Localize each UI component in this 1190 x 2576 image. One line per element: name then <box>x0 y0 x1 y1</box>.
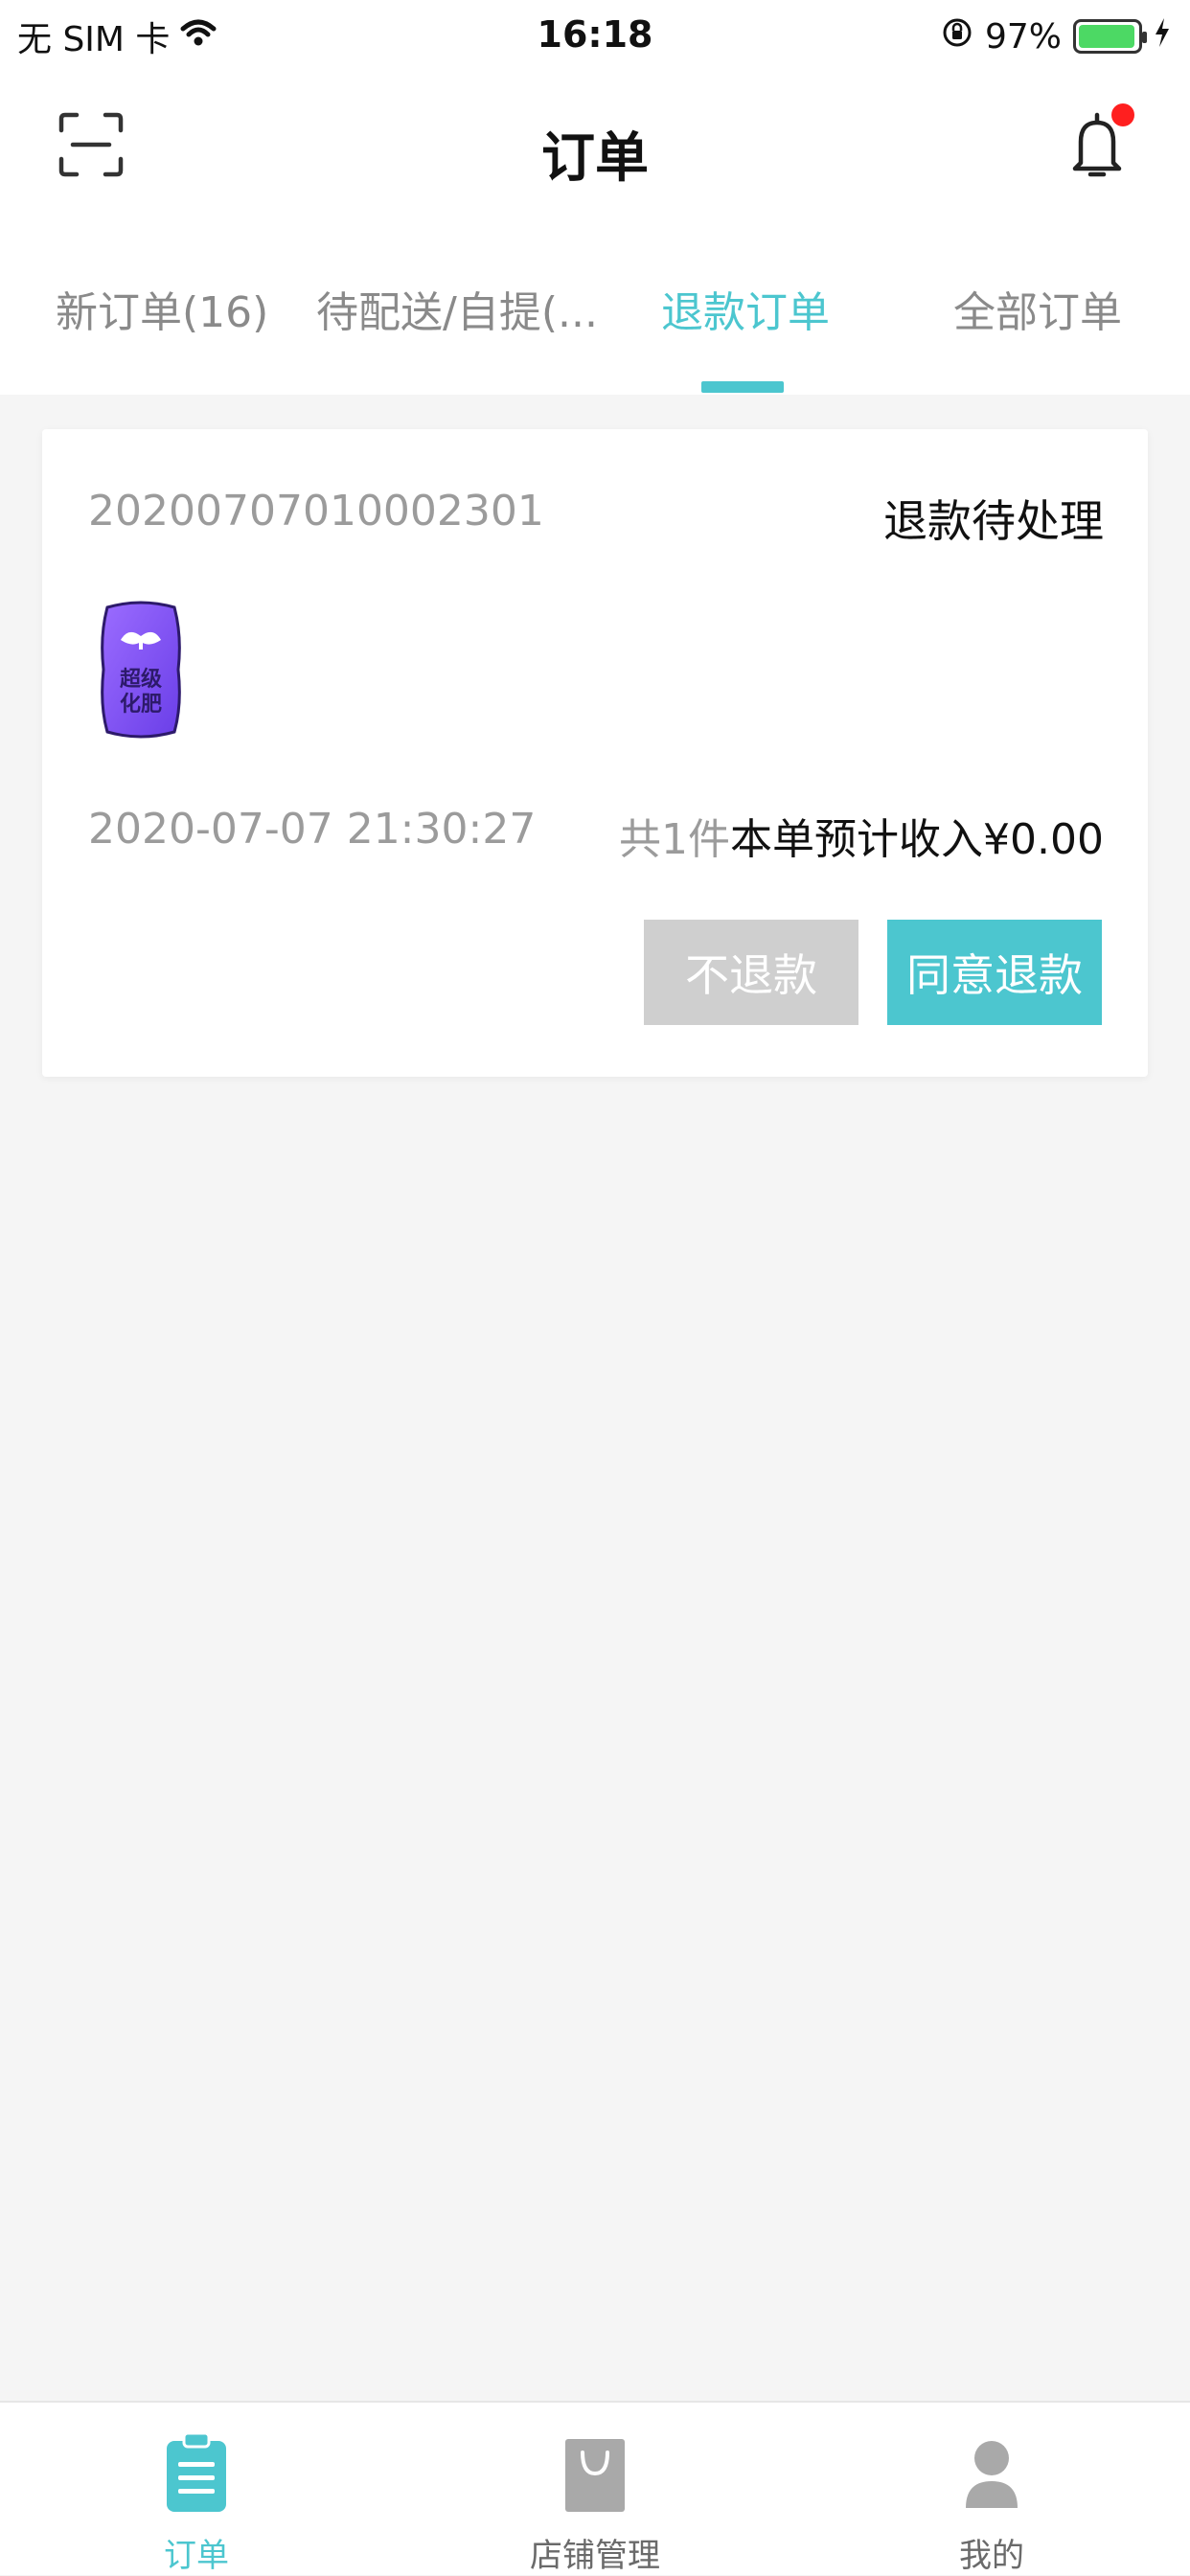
bottom-tab-store-management[interactable]: 店铺管理 <box>451 2431 739 2576</box>
tab-all-orders[interactable]: 全部订单 <box>953 278 1122 339</box>
agree-refund-button[interactable]: 同意退款 <box>887 920 1102 1025</box>
product-thumbnail[interactable]: 超级 化肥 <box>100 598 182 741</box>
tab-refund-orders[interactable]: 退款订单 <box>661 278 830 339</box>
reject-refund-button[interactable]: 不退款 <box>644 920 858 1025</box>
nav-bar: 订单 <box>0 73 1190 217</box>
order-status: 退款待处理 <box>883 495 1104 547</box>
tab-pending-delivery[interactable]: 待配送/自提(... <box>316 278 598 339</box>
tab-active-indicator <box>701 381 784 393</box>
battery-fill <box>1079 25 1135 48</box>
bottom-tab-profile-label: 我的 <box>959 2537 1024 2575</box>
order-card[interactable]: 20200707010002301 退款待处理 超级 化肥 2020-07-07… <box>42 429 1148 1077</box>
notification-button[interactable] <box>1064 103 1134 184</box>
product-image-text-line2: 化肥 <box>120 692 162 717</box>
battery-icon <box>1073 19 1147 54</box>
user-icon <box>966 2441 1018 2508</box>
bottom-tab-store-label: 店铺管理 <box>530 2537 660 2575</box>
tab-new-orders[interactable]: 新订单(16) <box>56 278 268 339</box>
charging-icon <box>1154 16 1171 57</box>
clipboard-icon <box>167 2431 226 2512</box>
status-right: 97% <box>941 13 1171 59</box>
order-number: 20200707010002301 <box>88 487 544 536</box>
estimated-income: 本单预计收入¥0.00 <box>730 815 1104 864</box>
product-image-text-line1: 超级 <box>120 667 162 692</box>
item-count: 共1件 <box>619 815 730 864</box>
bottom-tab-orders[interactable]: 订单 <box>53 2431 340 2576</box>
shopping-bag-icon <box>565 2439 625 2512</box>
bottom-tab-orders-label: 订单 <box>164 2537 229 2575</box>
orientation-lock-icon <box>941 16 973 57</box>
bottom-tab-profile[interactable]: 我的 <box>848 2431 1135 2576</box>
battery-percent: 97% <box>984 16 1062 57</box>
bottom-tab-bar: 订单 店铺管理 我的 <box>0 2401 1190 2575</box>
page-title: 订单 <box>541 127 649 190</box>
status-bar: 无 SIM 卡 16:18 97% <box>0 0 1190 73</box>
order-date: 2020-07-07 21:30:27 <box>88 805 537 854</box>
order-tabs: 新订单(16) 待配送/自提(... 退款订单 全部订单 <box>0 217 1190 395</box>
notification-badge <box>1111 103 1134 126</box>
